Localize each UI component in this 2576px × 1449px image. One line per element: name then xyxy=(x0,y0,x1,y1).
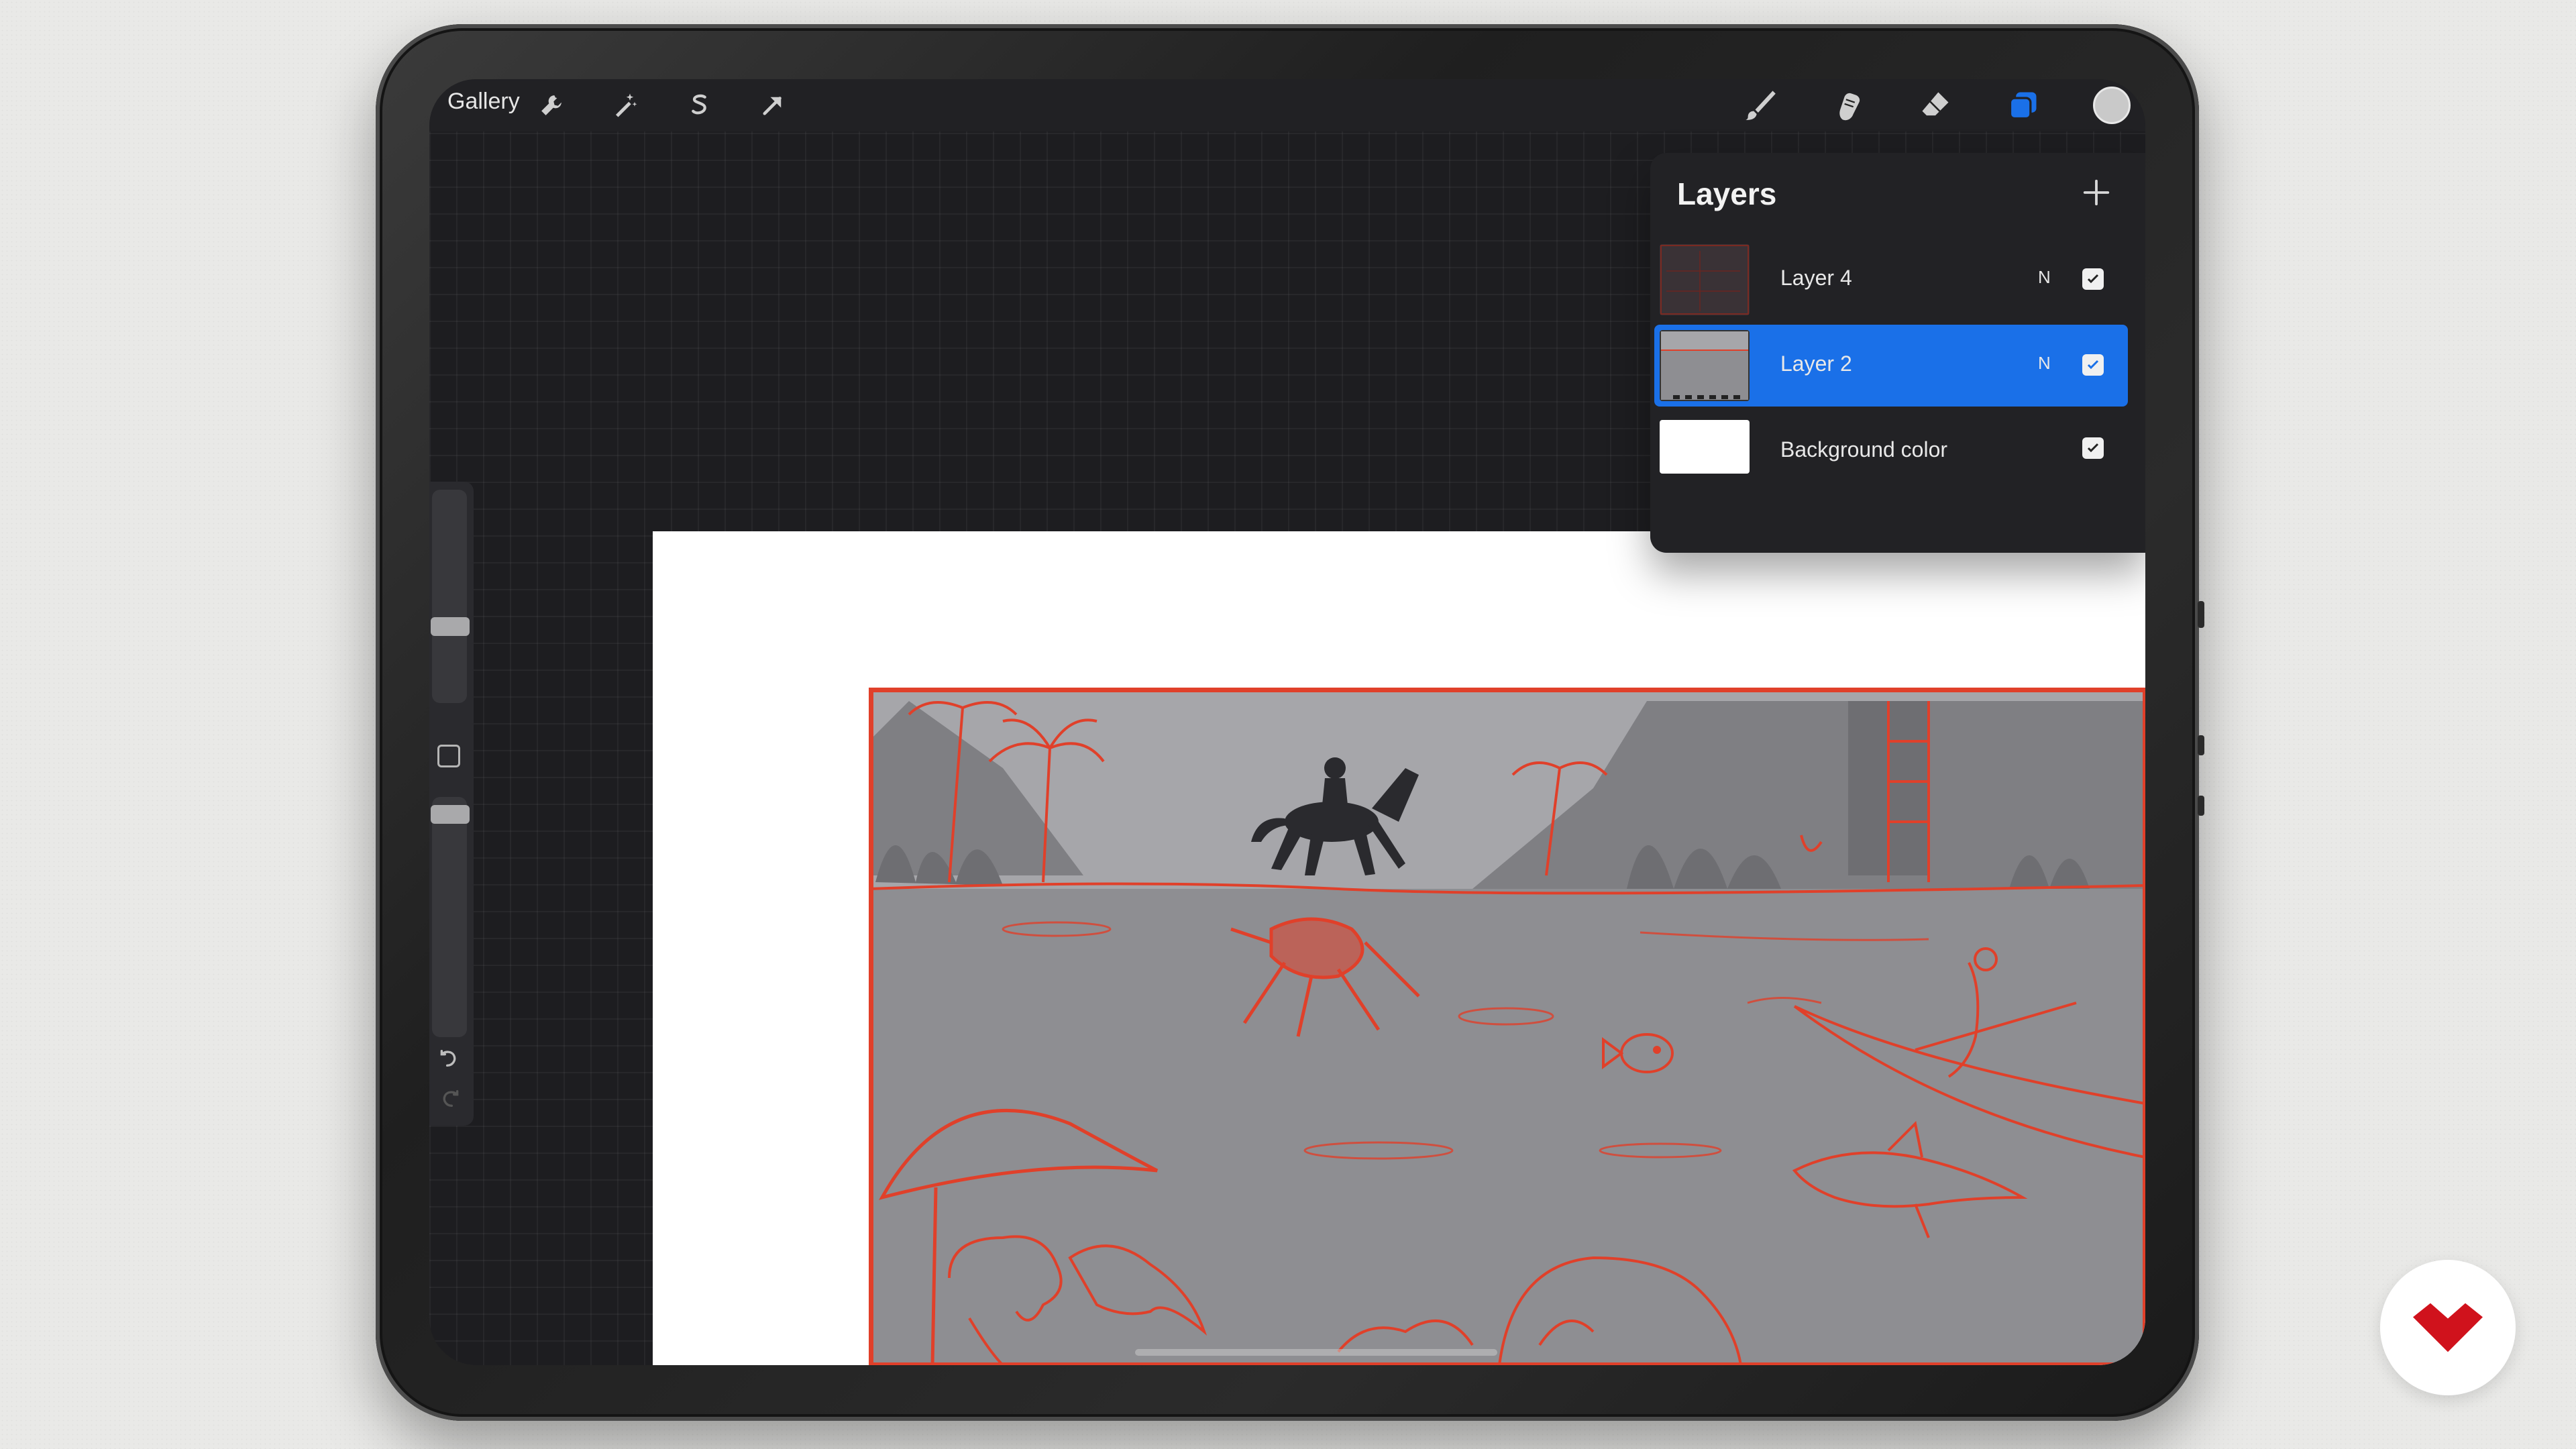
redo-icon[interactable] xyxy=(436,1087,463,1114)
layer-name: Background color xyxy=(1780,437,1948,462)
sketch-drawing xyxy=(869,688,2145,1365)
eraser-icon[interactable] xyxy=(1917,87,1953,123)
app-screen: Gallery Layers Layer 4 N Layer 2 N Backg… xyxy=(429,79,2145,1365)
plus-icon[interactable] xyxy=(2081,177,2112,208)
drawing-canvas[interactable] xyxy=(653,531,2145,1365)
smudge-icon[interactable] xyxy=(1829,87,1866,123)
side-button xyxy=(2198,601,2204,628)
left-sidebar xyxy=(429,482,474,1126)
layers-icon[interactable] xyxy=(2005,87,2041,123)
side-button xyxy=(2198,796,2204,816)
visibility-checkbox[interactable] xyxy=(2082,437,2104,459)
brush-icon[interactable] xyxy=(1741,87,1778,123)
top-toolbar: Gallery xyxy=(429,79,2145,131)
blend-mode-button[interactable]: N xyxy=(2038,353,2051,374)
undo-icon[interactable] xyxy=(436,1046,463,1073)
modify-button[interactable] xyxy=(437,745,460,767)
layers-panel: Layers Layer 4 N Layer 2 N Background co… xyxy=(1650,153,2145,553)
selection-icon[interactable] xyxy=(681,87,717,123)
layer-name: Layer 4 xyxy=(1780,266,1852,290)
layer-thumbnail xyxy=(1660,330,1750,401)
opacity-slider[interactable] xyxy=(431,797,470,1037)
layer-thumbnail xyxy=(1660,244,1750,315)
layer-row-layer-4[interactable]: Layer 4 N xyxy=(1654,239,2128,321)
gallery-button[interactable]: Gallery xyxy=(447,89,520,115)
opacity-thumb[interactable] xyxy=(431,805,470,824)
side-button xyxy=(2198,735,2204,755)
magic-wand-icon[interactable] xyxy=(607,87,643,123)
brush-size-slider[interactable] xyxy=(431,490,470,703)
artwork-sketch[interactable] xyxy=(869,688,2145,1365)
background-color-swatch xyxy=(1660,420,1750,474)
visibility-checkbox[interactable] xyxy=(2082,354,2104,376)
blend-mode-button[interactable]: N xyxy=(2038,267,2051,288)
brand-logo-icon xyxy=(2380,1260,2516,1395)
layer-row-background-color[interactable]: Background color xyxy=(1654,411,2128,484)
brush-size-thumb[interactable] xyxy=(431,617,470,636)
visibility-checkbox[interactable] xyxy=(2082,268,2104,290)
transform-arrow-icon[interactable] xyxy=(755,87,791,123)
home-indicator[interactable] xyxy=(1135,1349,1497,1356)
wrench-icon[interactable] xyxy=(533,87,570,123)
layer-name: Layer 2 xyxy=(1780,352,1852,376)
layers-title: Layers xyxy=(1677,176,1777,211)
layer-row-layer-2[interactable]: Layer 2 N xyxy=(1654,325,2128,407)
color-picker-button[interactable] xyxy=(2093,87,2131,124)
